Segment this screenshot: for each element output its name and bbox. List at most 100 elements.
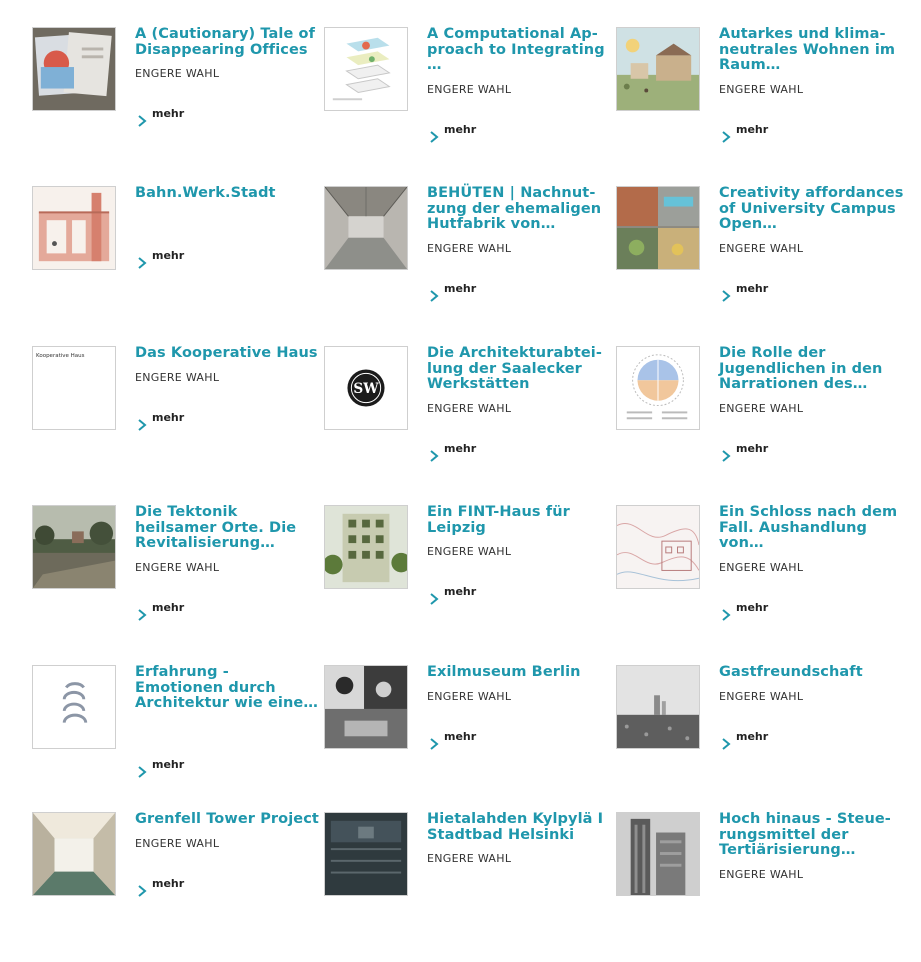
result-title[interactable]: Autarkes und klima­neutrales Wohnen im R…	[719, 26, 904, 74]
corridor-image[interactable]	[32, 812, 116, 896]
more-link[interactable]: mehr	[135, 601, 320, 623]
chevron-right-icon	[138, 765, 147, 778]
chevron-right-icon	[430, 449, 439, 462]
more-label: mehr	[152, 107, 185, 120]
result-card: Autarkes und klima­neutrales Wohnen im R…	[616, 26, 906, 177]
result-title[interactable]: Creativity affordances of University Cam…	[719, 185, 904, 233]
layered-diagram-image[interactable]	[324, 27, 408, 111]
more-link[interactable]: mehr	[427, 123, 612, 145]
result-title[interactable]: Das Kooperative Haus	[135, 345, 320, 362]
more-link[interactable]: mehr	[719, 442, 904, 464]
result-card: Gastfreundschaft ENGERE WAHL mehr	[616, 664, 906, 815]
more-link[interactable]: mehr	[427, 730, 612, 752]
more-label: mehr	[736, 122, 769, 136]
castle-map-image[interactable]	[616, 505, 700, 589]
village-rendering-image[interactable]	[616, 27, 700, 111]
status-badge: ENGERE WAHL	[135, 67, 220, 80]
result-title[interactable]: Hoch hinaus - Steue­rungsmittel der Tert…	[719, 811, 904, 859]
building-section-image[interactable]	[32, 186, 116, 270]
more-label: mehr	[736, 729, 769, 743]
result-title[interactable]: BEHÜTEN | Nachnut­zung der ehemaligen Hu…	[427, 185, 612, 233]
result-title[interactable]: Ein FINT-Haus für Leipzig	[427, 504, 612, 536]
result-title[interactable]: Ein Schloss nach dem Fall. Aushandlung v…	[719, 504, 904, 552]
more-link[interactable]: mehr	[135, 107, 320, 129]
more-label: mehr	[444, 281, 477, 295]
result-card: Hoch hinaus - Steue­rungsmittel der Tert…	[616, 811, 906, 962]
more-link[interactable]: mehr	[135, 411, 320, 433]
more-link[interactable]: mehr	[135, 249, 320, 271]
result-title[interactable]: Die Rolle der Jugendli­chen in den Narra…	[719, 345, 904, 393]
more-link[interactable]: mehr	[427, 282, 612, 304]
more-label: mehr	[152, 410, 185, 424]
more-label: mehr	[152, 600, 185, 614]
status-badge: ENGERE WAHL	[427, 545, 512, 558]
more-link[interactable]: mehr	[719, 730, 904, 752]
chevron-right-icon	[722, 737, 731, 750]
more-link[interactable]: mehr	[719, 601, 904, 623]
status-badge: ENGERE WAHL	[719, 560, 804, 574]
more-label: mehr	[736, 281, 769, 295]
result-title[interactable]: Hietalahden Kylpylä I Stadtbad Helsinki	[427, 811, 612, 843]
park-landscape-image[interactable]	[32, 505, 116, 589]
result-card: Ein FINT-Haus für Leipzig ENGERE WAHL me…	[324, 504, 614, 655]
green-facade-image[interactable]	[324, 505, 408, 589]
result-title[interactable]: A Computational Ap­proach to Integrating…	[427, 26, 612, 74]
status-badge: ENGERE WAHL	[719, 82, 804, 96]
more-label: mehr	[736, 600, 769, 614]
skyscraper-image[interactable]	[616, 812, 700, 896]
chevron-right-icon	[138, 418, 147, 431]
result-card: Die Tektonik heilsamer Orte. Die Revital…	[32, 504, 322, 655]
more-link[interactable]: mehr	[719, 282, 904, 304]
result-title[interactable]: Erfahrung - Emotionen durch Architektur …	[135, 664, 320, 712]
status-badge: ENGERE WAHL	[427, 82, 512, 96]
more-link[interactable]: mehr	[719, 123, 904, 145]
more-label: mehr	[152, 248, 185, 262]
cover-page-image[interactable]: Kooperative Haus	[32, 346, 116, 430]
more-link[interactable]: mehr	[135, 758, 320, 780]
status-badge: ENGERE WAHL	[719, 867, 804, 881]
result-title[interactable]: Grenfell Tower Project	[135, 811, 320, 828]
results-grid: A (Cautionary) Tale of Disappearing Offi…	[0, 0, 921, 900]
status-badge: ENGERE WAHL	[135, 560, 220, 574]
chevron-right-icon	[430, 593, 439, 605]
bw-collage-image[interactable]	[324, 665, 408, 749]
result-card: BEHÜTEN | Nachnut­zung der ehemaligen Hu…	[324, 185, 614, 336]
result-title[interactable]: Gastfreundschaft	[719, 664, 904, 681]
status-badge	[135, 728, 320, 741]
tower-field-image[interactable]	[616, 665, 700, 749]
more-link[interactable]: mehr	[427, 585, 612, 607]
result-title[interactable]: Exilmuseum Berlin	[427, 664, 612, 681]
result-title[interactable]: A (Cautionary) Tale of Disappearing Offi…	[135, 26, 320, 58]
result-card: Bahn.Werk.Stadt mehr	[32, 185, 322, 336]
result-card: Ein Schloss nach dem Fall. Aushandlung v…	[616, 504, 906, 655]
more-link[interactable]: mehr	[135, 877, 320, 899]
sw-seal-image[interactable]: SW	[324, 346, 408, 430]
factory-hall-image[interactable]	[324, 186, 408, 270]
status-badge: ENGERE WAHL	[427, 401, 512, 415]
circle-diagram-image[interactable]	[616, 346, 700, 430]
chevron-right-icon	[722, 289, 731, 302]
result-title[interactable]: Die Tektonik heilsamer Orte. Die Revital…	[135, 504, 320, 552]
more-label: mehr	[152, 757, 185, 771]
more-label: mehr	[444, 585, 477, 598]
result-card: Erfahrung - Emotionen durch Architektur …	[32, 664, 322, 815]
chevron-right-icon	[722, 449, 731, 462]
result-card: Die Rolle der Jugendli­chen in den Narra…	[616, 345, 906, 496]
chevron-right-icon	[138, 256, 147, 269]
more-label: mehr	[444, 122, 477, 136]
result-card: Exilmuseum Berlin ENGERE WAHL mehr	[324, 664, 614, 815]
paper-collage-image[interactable]	[32, 27, 116, 111]
chevron-right-icon	[722, 608, 731, 621]
dark-facade-image[interactable]	[324, 812, 408, 896]
more-label: mehr	[444, 729, 477, 743]
status-badge	[135, 236, 320, 249]
status-badge: ENGERE WAHL	[135, 836, 220, 850]
status-badge: ENGERE WAHL	[427, 852, 512, 865]
arc-sketch-image[interactable]	[32, 665, 116, 749]
more-link[interactable]: mehr	[427, 442, 612, 464]
result-title[interactable]: Die Architekturabtei­lung der Saalecker …	[427, 345, 612, 393]
chevron-right-icon	[138, 884, 147, 897]
result-title[interactable]: Bahn.Werk.Stadt	[135, 185, 320, 202]
status-badge: ENGERE WAHL	[427, 241, 512, 255]
campus-collage-image[interactable]	[616, 186, 700, 270]
